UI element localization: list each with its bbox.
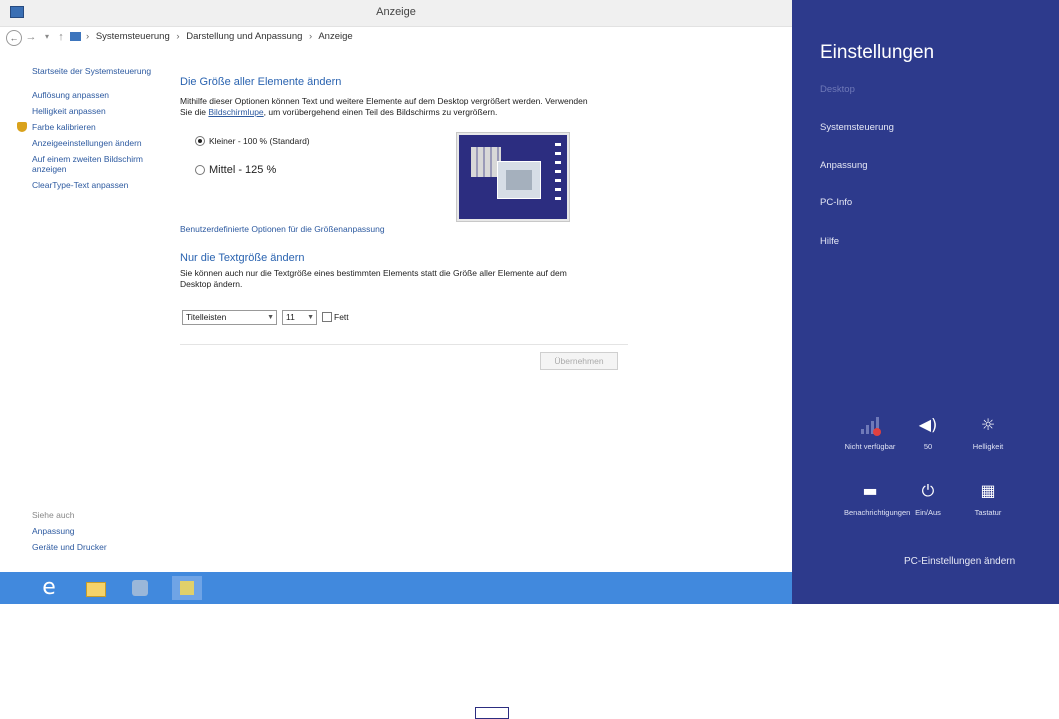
network-tile[interactable]: Nicht verfügbar [844,414,896,451]
chevron-down-icon: ▼ [267,314,274,321]
text-size-heading: Nur die Textgröße ändern [180,252,305,264]
nav-home-link[interactable]: Startseite der Systemsteuerung [32,66,168,76]
custom-sizing-link[interactable]: Benutzerdefinierte Optionen für die Größ… [180,224,385,234]
internet-explorer-icon[interactable]: e [34,576,64,600]
up-icon[interactable]: ↑ [54,30,68,44]
taskbar: e [0,572,792,604]
display-settings-taskbar-icon[interactable] [172,576,202,600]
nav-display-settings-link[interactable]: Anzeigeeinstellungen ändern [32,138,168,148]
magnifier-link[interactable]: Bildschirmlupe [208,107,263,117]
brightness-tile[interactable]: ☼ Helligkeit [962,414,1014,451]
charm-item-desktop: Desktop [820,84,855,95]
breadcrumb-separator: › [86,31,90,42]
back-icon[interactable]: ← [6,30,22,46]
radio-small[interactable]: Kleiner - 100 % (Standard) [195,136,310,146]
control-panel-taskbar-icon[interactable] [124,576,154,600]
size-description-line1: Mithilfe dieser Optionen können Text und… [180,96,588,106]
control-panel-shape [132,580,148,596]
size-description: Mithilfe dieser Optionen können Text und… [180,96,630,118]
breadcrumb-darstellung[interactable]: Darstellung und Anpassung [186,31,302,42]
size-heading: Die Größe aller Elemente ändern [180,76,342,88]
chevron-down-icon: ▼ [307,314,314,321]
network-icon [859,414,881,436]
pc-settings-link[interactable]: PC-Einstellungen ändern [904,556,1015,567]
size-description-line2: Sie die Bildschirmlupe, um vorübergehend… [180,107,630,118]
power-icon: ⏻ [921,481,935,500]
display-shape [180,581,194,595]
preview-window-inner [506,170,532,190]
radio-medium-indicator[interactable] [195,165,205,175]
see-also-devices-link[interactable]: Geräte und Drucker [32,542,107,552]
control-panel-icon [70,32,81,41]
radio-medium-label: Mittel - 125 % [209,164,277,176]
display-preview-image [456,132,570,719]
settings-charm-panel: Einstellungen Desktop Systemsteuerung An… [792,0,1059,604]
nav-second-screen-link[interactable]: Auf einem zweiten Bildschirm anzeigen [32,154,168,174]
nav-resolution-link[interactable]: Auflösung anpassen [32,90,168,100]
file-explorer-icon[interactable] [80,576,110,600]
window-title: Anzeige [376,6,416,18]
recent-locations-icon[interactable]: ▾ [40,30,54,44]
preview-screen [459,135,567,719]
keyboard-icon: ▦ [980,481,996,500]
divider [180,344,628,345]
keyboard-label: Tastatur [974,508,1002,517]
breadcrumb-separator: › [309,31,313,42]
text-size-description: Sie können auch nur die Textgröße eines … [180,268,567,289]
volume-icon: ◀) [918,415,938,434]
charm-item-systemsteuerung[interactable]: Systemsteuerung [820,122,894,133]
element-select-value: Titelleisten [186,312,227,322]
power-tile[interactable]: ⏻ Ein/Aus [902,480,954,517]
brightness-label: Helligkeit [972,442,1004,451]
see-also-heading: Siehe auch [32,510,75,520]
notifications-tile[interactable]: ▬ Benachrichtigungen [844,480,910,517]
power-label: Ein/Aus [915,508,941,517]
keyboard-tile[interactable]: ▦ Tastatur [962,480,1014,517]
network-label: Nicht verfügbar [844,442,896,451]
preview-window [497,161,541,199]
volume-label: 50 [923,442,933,451]
shield-icon [17,122,27,132]
see-also-personalization-link[interactable]: Anpassung [32,526,107,536]
charm-item-pc-info[interactable]: PC-Info [820,197,852,208]
title-bar: Anzeige [0,0,792,27]
apply-button[interactable]: Übernehmen [540,352,618,370]
charm-item-anpassung[interactable]: Anpassung [820,160,868,171]
preview-taskbar [475,707,509,719]
radio-small-indicator[interactable] [195,136,205,146]
left-navigation: Startseite der Systemsteuerung Auflösung… [17,66,168,196]
nav-cleartype-link[interactable]: ClearType-Text anpassen [32,180,168,190]
address-bar: ← → ▾ ↑ › Systemsteuerung › Darstellung … [0,27,792,49]
font-size-value: 11 [286,312,295,322]
forward-icon[interactable]: → [24,30,38,44]
bold-checkbox[interactable]: Fett [322,312,349,322]
notifications-icon: ▬ [862,481,878,500]
bold-checkbox-label: Fett [334,312,349,322]
radio-small-label: Kleiner - 100 % (Standard) [209,136,310,146]
bold-checkbox-box[interactable] [322,312,332,322]
font-size-select[interactable]: 11 ▼ [282,310,317,325]
nav-brightness-link[interactable]: Helligkeit anpassen [32,106,168,116]
nav-calibrate-link[interactable]: Farbe kalibrieren [17,122,168,132]
desc-post: , um vorübergehend einen Teil des Bildsc… [263,107,498,117]
see-also: Siehe auch Anpassung Geräte und Drucker [32,510,107,558]
control-panel-window: Anzeige ← → ▾ ↑ › Systemsteuerung › Dars… [0,0,792,719]
volume-tile[interactable]: ◀) 50 [902,414,954,451]
preview-sidebar [555,143,561,205]
folder-shape [86,582,106,597]
charm-item-hilfe[interactable]: Hilfe [820,236,839,247]
breadcrumb-anzeige[interactable]: Anzeige [318,31,352,42]
charm-title: Einstellungen [820,42,935,63]
element-select[interactable]: Titelleisten ▼ [182,310,277,325]
breadcrumb-separator: › [176,31,180,42]
nav-calibrate-label: Farbe kalibrieren [32,122,96,132]
desc-pre: Sie die [180,107,206,117]
breadcrumb-systemsteuerung[interactable]: Systemsteuerung [96,31,170,42]
radio-medium[interactable]: Mittel - 125 % [195,164,276,176]
brightness-icon: ☼ [980,415,996,434]
breadcrumb: › Systemsteuerung › Darstellung und Anpa… [86,31,357,42]
notifications-label: Benachrichtigungen [844,508,911,517]
